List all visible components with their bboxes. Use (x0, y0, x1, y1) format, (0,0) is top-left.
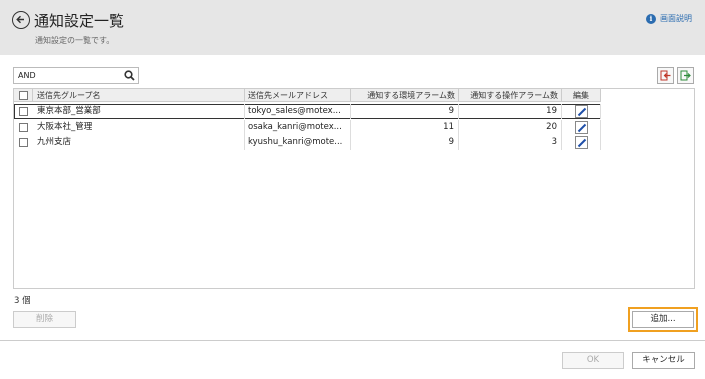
search-input[interactable] (14, 68, 122, 83)
cancel-button[interactable]: キャンセル (632, 352, 695, 369)
page-title: 通知設定一覧 (34, 12, 125, 30)
row-edit-cell (562, 120, 601, 135)
add-button[interactable]: 追加... (632, 311, 694, 328)
column-header-op-alarms[interactable]: 通知する操作アラーム数 (459, 89, 562, 102)
page-header: 通知設定一覧 通知設定の一覧です。 i 画面説明 (0, 0, 705, 55)
notification-table: 送信先グループ名 送信先メールアドレス 通知する環境アラーム数 通知する操作アラ… (13, 88, 695, 289)
row-checkbox[interactable] (19, 138, 28, 147)
back-arrow-icon (16, 15, 24, 24)
footer-divider (0, 340, 705, 341)
search-box (13, 67, 139, 84)
help-link-label: 画面説明 (660, 14, 692, 23)
row-checkbox[interactable] (19, 123, 28, 132)
table-row[interactable]: 大阪本社_管理 osaka_kanri@motex... 11 20 (14, 120, 601, 135)
table-row[interactable]: 東京本部_営業部 tokyo_sales@motex... 9 19 (14, 104, 601, 119)
row-checkbox[interactable] (19, 107, 28, 116)
row-email: kyushu_kanri@mote... (245, 135, 351, 150)
row-edit-cell (562, 135, 601, 150)
row-email: osaka_kanri@motex... (245, 120, 351, 135)
row-op-alarms: 19 (459, 104, 562, 119)
row-env-alarms: 11 (351, 120, 459, 135)
row-edit-cell (562, 104, 601, 119)
delete-button[interactable]: 削除 (13, 311, 76, 328)
edit-pencil-icon (577, 107, 587, 117)
row-env-alarms: 9 (351, 104, 459, 119)
row-op-alarms: 20 (459, 120, 562, 135)
row-env-alarms: 9 (351, 135, 459, 150)
column-header-group[interactable]: 送信先グループ名 (33, 89, 245, 102)
import-button[interactable] (657, 67, 674, 84)
export-icon (680, 70, 691, 81)
select-all-checkbox[interactable] (19, 91, 28, 100)
row-group-name: 九州支店 (33, 135, 245, 150)
edit-button[interactable] (575, 105, 588, 118)
edit-pencil-icon (577, 123, 587, 133)
row-op-alarms: 3 (459, 135, 562, 150)
edit-button[interactable] (575, 136, 588, 149)
item-count: 3 個 (14, 296, 31, 306)
info-icon: i (646, 13, 656, 24)
row-group-name: 大阪本社_管理 (33, 120, 245, 135)
column-header-edit: 編集 (562, 89, 601, 102)
help-link[interactable]: i 画面説明 (646, 13, 692, 24)
header-checkbox-cell (14, 89, 33, 102)
row-group-name: 東京本部_営業部 (33, 104, 245, 119)
search-icon[interactable] (124, 70, 135, 81)
column-header-email[interactable]: 送信先メールアドレス (245, 89, 351, 102)
column-header-env-alarms[interactable]: 通知する環境アラーム数 (351, 89, 459, 102)
import-icon (660, 70, 671, 81)
add-button-highlight: 追加... (628, 307, 698, 332)
edit-pencil-icon (577, 138, 587, 148)
ok-button[interactable]: OK (562, 352, 624, 369)
table-header: 送信先グループ名 送信先メールアドレス 通知する環境アラーム数 通知する操作アラ… (14, 89, 601, 102)
export-button[interactable] (677, 67, 694, 84)
row-email: tokyo_sales@motex... (245, 104, 351, 119)
page-subtitle: 通知設定の一覧です。 (35, 36, 115, 45)
back-button[interactable] (12, 11, 30, 29)
edit-button[interactable] (575, 121, 588, 134)
table-row[interactable]: 九州支店 kyushu_kanri@mote... 9 3 (14, 135, 601, 150)
